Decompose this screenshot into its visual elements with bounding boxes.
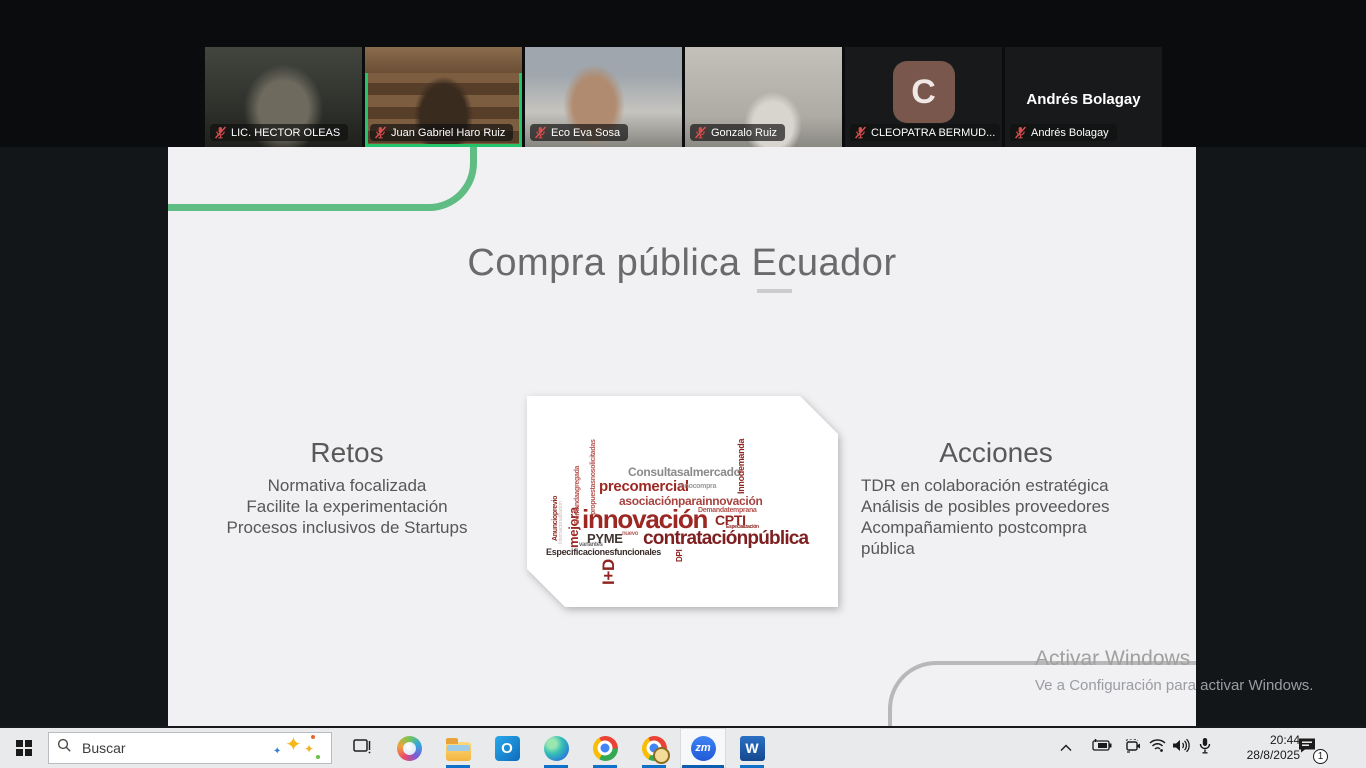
windows-taskbar: Buscar ✦✦✦ 20:44 28/ <box>0 726 1366 768</box>
taskbar-app-zoom[interactable] <box>680 728 726 768</box>
edge-icon <box>544 736 569 761</box>
mic-muted-icon <box>214 126 227 139</box>
participant-tile[interactable]: LIC. HECTOR OLEAS <box>205 47 362 147</box>
wordcloud-word: propuestasnosolicitadas <box>590 439 597 515</box>
participant-tile[interactable]: Juan Gabriel Haro Ruiz <box>365 47 522 147</box>
wordcloud-word: precomercial <box>599 479 689 494</box>
wordcloud: ConsultasalmercadoprecomercialInnocompra… <box>527 396 838 607</box>
copilot-icon <box>397 736 422 761</box>
participant-tile[interactable]: Gonzalo Ruiz <box>685 47 842 147</box>
task-view-button[interactable] <box>340 728 384 768</box>
battery-status-button[interactable] <box>1086 728 1116 768</box>
taskbar-app-chrome2[interactable] <box>631 728 677 768</box>
participant-name-tag: LIC. HECTOR OLEAS <box>210 124 348 141</box>
activate-windows-watermark-title: Activar Windows <box>1035 647 1190 671</box>
activate-windows-watermark-subtitle: Ve a Configuración para activar Windows. <box>1035 677 1313 694</box>
zoom-meeting-window: LIC. HECTOR OLEAS Juan Gabriel Haro Ruiz E… <box>0 0 1366 768</box>
retos-block: Retos Normativa focalizadaFacilite la ex… <box>208 437 486 538</box>
participant-name-label: Andrés Bolagay <box>1031 127 1109 139</box>
list-item: Normativa focalizada <box>208 475 486 496</box>
start-button[interactable] <box>0 728 48 768</box>
search-input[interactable]: Buscar ✦✦✦ <box>48 732 332 764</box>
wordcloud-word: Demandaagregada <box>574 466 581 524</box>
participant-name-label: Gonzalo Ruiz <box>711 127 777 139</box>
video-thumbnail-strip: LIC. HECTOR OLEAS Juan Gabriel Haro Ruiz E… <box>0 0 1366 147</box>
wordcloud-word: nuevo <box>622 531 638 537</box>
microphone-in-use-button[interactable] <box>1192 728 1218 768</box>
taskbar-app-copilot[interactable] <box>386 728 432 768</box>
zoom-icon <box>691 736 716 761</box>
mic-muted-icon <box>374 126 387 139</box>
taskbar-app-word[interactable] <box>729 728 775 768</box>
tray-chevron-button[interactable] <box>1052 728 1080 768</box>
shared-screen-slide: Compra pública Ecuador Retos Normativa f… <box>168 147 1196 726</box>
wordcloud-card: ConsultasalmercadoprecomercialInnocompra… <box>527 396 838 607</box>
wordcloud-word: I+D <box>600 559 617 585</box>
chevron-up-icon <box>1060 739 1072 757</box>
participant-name-label: Eco Eva Sosa <box>551 127 620 139</box>
word-icon <box>740 736 765 761</box>
list-item: TDR en colaboración estratégica <box>861 475 1131 496</box>
mic-muted-icon <box>694 126 707 139</box>
wordcloud-word: DPI <box>676 550 684 562</box>
slide-green-corner-decoration <box>168 147 477 211</box>
retos-heading: Retos <box>208 437 486 469</box>
participant-name-tag: Andrés Bolagay <box>1010 124 1117 141</box>
participant-name-label: LIC. HECTOR OLEAS <box>231 127 340 139</box>
acciones-items: TDR en colaboración estratégicaAnálisis … <box>861 475 1131 559</box>
wordcloud-word: Innodemanda <box>737 439 746 494</box>
wordcloud-word: Innocompra <box>679 483 716 490</box>
wifi-icon <box>1148 738 1167 758</box>
notification-count-badge: 1 <box>1313 749 1328 764</box>
chrome2-icon <box>642 736 667 761</box>
wordcloud-word: Internacionalización <box>559 501 565 544</box>
action-center-button[interactable]: 1 <box>1284 728 1330 768</box>
list-item: Procesos inclusivos de Startups <box>208 517 486 538</box>
acciones-block: Acciones TDR en colaboración estratégica… <box>861 437 1131 559</box>
list-item: Acompañamiento postcompra pública <box>861 517 1131 559</box>
spellcheck-underline <box>757 289 792 293</box>
battery-icon <box>1090 739 1112 757</box>
wordcloud-word: contrataciónpública <box>643 529 808 548</box>
list-item: Análisis de posibles proveedores <box>861 496 1131 517</box>
windows-logo-icon <box>16 740 32 756</box>
taskbar-app-explorer[interactable] <box>435 728 481 768</box>
outlook-icon <box>495 736 520 761</box>
wordcloud-word: Especificacionesfuncionales <box>546 548 661 557</box>
search-icon <box>57 738 72 758</box>
slide-title: Compra pública Ecuador <box>168 242 1196 285</box>
taskbar-app-outlook[interactable] <box>484 728 530 768</box>
mic-muted-icon <box>1014 126 1027 139</box>
mic-muted-icon <box>534 126 547 139</box>
avatar: C <box>893 61 955 123</box>
chrome-icon <box>593 736 618 761</box>
explorer-icon <box>446 742 471 761</box>
retos-items: Normativa focalizadaFacilite la experime… <box>208 475 486 538</box>
speaker-icon <box>1172 738 1190 758</box>
acciones-heading: Acciones <box>861 437 1131 469</box>
camera-icon <box>1123 739 1141 758</box>
participant-name-tag: Eco Eva Sosa <box>530 124 628 141</box>
mic-muted-icon <box>854 126 867 139</box>
participant-tile[interactable]: Andrés Bolagay Andrés Bolagay <box>1005 47 1162 147</box>
participant-name-tag: Juan Gabriel Haro Ruiz <box>370 124 513 141</box>
wordcloud-word: Consultasalmercado <box>628 466 741 478</box>
participant-name-tag: CLEOPATRA BERMUD... <box>850 124 1000 141</box>
participant-name-tag: Gonzalo Ruiz <box>690 124 785 141</box>
participant-tile[interactable]: Eco Eva Sosa <box>525 47 682 147</box>
participant-display-name: Andrés Bolagay <box>1005 91 1162 108</box>
task-view-icon <box>353 738 372 759</box>
list-item: Facilite la experimentación <box>208 496 486 517</box>
participant-name-label: Juan Gabriel Haro Ruiz <box>391 127 505 139</box>
search-placeholder: Buscar <box>82 740 271 756</box>
taskbar-app-edge[interactable] <box>533 728 579 768</box>
participant-name-label: CLEOPATRA BERMUD... <box>871 127 995 139</box>
participant-tile[interactable]: C CLEOPATRA BERMUD... <box>845 47 1002 147</box>
search-highlights-sparkle-icon: ✦✦✦ <box>271 733 323 763</box>
taskbar-app-chrome[interactable] <box>582 728 628 768</box>
microphone-icon <box>1199 737 1211 759</box>
